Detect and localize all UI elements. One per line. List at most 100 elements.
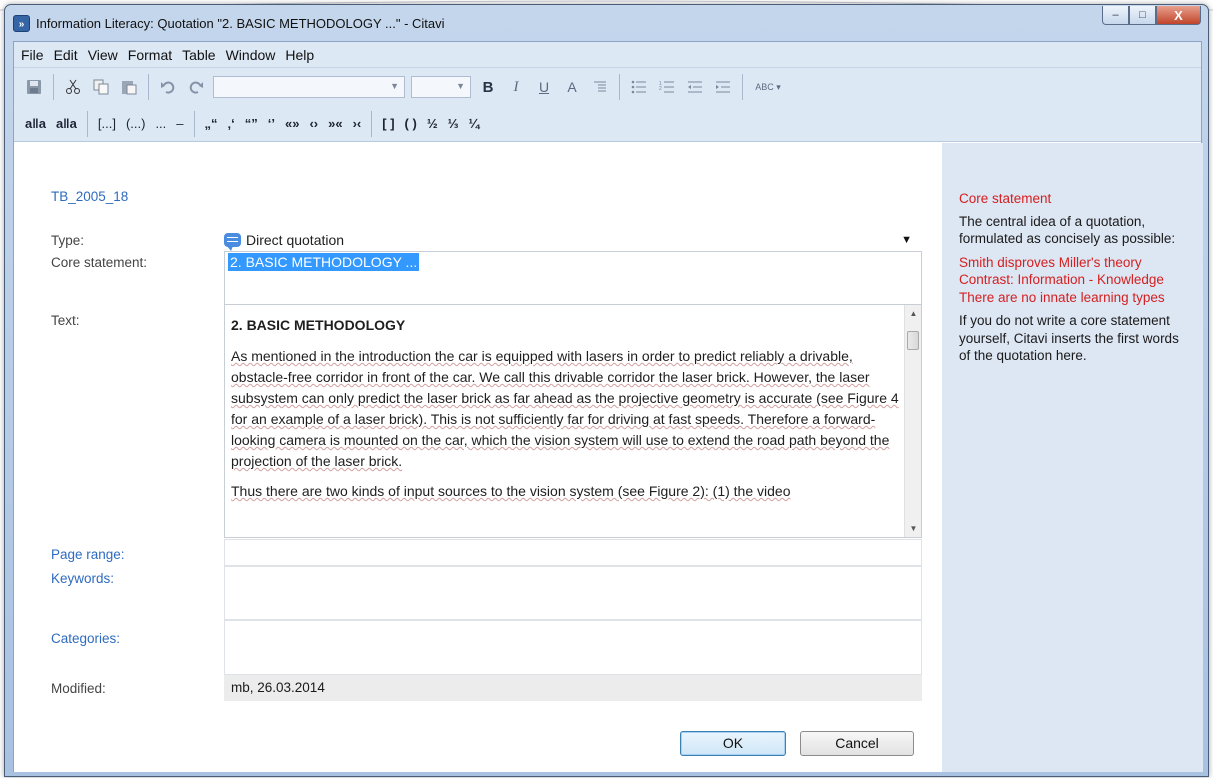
scroll-thumb[interactable] [907, 331, 919, 350]
toolbar-separator [148, 74, 149, 100]
font-name-combobox[interactable]: ▼ [213, 76, 405, 98]
scroll-up-icon[interactable]: ▲ [905, 305, 921, 322]
insert-omission-icon[interactable]: a‖a [25, 116, 46, 131]
brackets-ellipsis-button[interactable]: [...] [98, 116, 116, 131]
quotation-form: TB_2005_18 Type: Direct quotation ▼ Core… [14, 143, 942, 772]
help-example: Contrast: Information - Knowledge [959, 272, 1164, 287]
dash-button[interactable]: – [176, 116, 183, 131]
reverse-single-guillemets-button[interactable]: ›‹ [353, 116, 362, 131]
toolbar-separator [53, 74, 54, 100]
help-title: Core statement [959, 191, 1052, 206]
toolbar-separator [86, 110, 88, 137]
formatting-toolbar: ▼ ▼ B I U A 12 ABC ▾ [14, 68, 1201, 106]
bullet-list-icon[interactable] [628, 75, 650, 99]
copy-icon[interactable] [90, 75, 112, 99]
menu-file[interactable]: File [16, 47, 49, 63]
help-intro: The central idea of a quotation, formula… [959, 213, 1176, 247]
parentheses-button[interactable]: ( ) [405, 116, 417, 131]
english-single-quotes-button[interactable]: ‘’ [268, 116, 275, 131]
cut-icon[interactable] [62, 75, 84, 99]
numbered-list-icon[interactable]: 12 [656, 75, 678, 99]
increase-indent-icon[interactable] [712, 75, 734, 99]
spellcheck-icon[interactable]: ABC ▾ [751, 75, 785, 99]
italic-icon[interactable]: I [505, 75, 527, 99]
guillemets-button[interactable]: «» [285, 116, 299, 131]
scroll-down-icon[interactable]: ▼ [905, 520, 921, 537]
window-title: Information Literacy: Quotation "2. BASI… [36, 15, 445, 31]
quotation-text-content: 2. BASIC METHODOLOGY As mentioned in the… [231, 315, 901, 511]
core-statement-field[interactable]: 2. BASIC METHODOLOGY ... [224, 251, 922, 305]
undo-icon[interactable] [157, 75, 179, 99]
insert-change-icon[interactable]: a‖a [56, 116, 77, 131]
one-half-button[interactable]: ½ [427, 116, 438, 131]
single-guillemets-button[interactable]: ‹› [309, 116, 318, 131]
title-bar[interactable]: » Information Literacy: Quotation "2. BA… [5, 5, 1208, 41]
window-controls: – □ X [1102, 6, 1201, 25]
save-icon[interactable] [23, 75, 45, 99]
page-range-field[interactable] [224, 539, 922, 566]
text-label: Text: [51, 313, 80, 328]
redo-icon[interactable] [185, 75, 207, 99]
font-color-icon[interactable]: A [561, 75, 583, 99]
help-example: There are no innate learning types [959, 289, 1165, 305]
bold-icon[interactable]: B [477, 75, 499, 99]
reference-link[interactable]: TB_2005_18 [51, 189, 128, 204]
type-dropdown[interactable]: Direct quotation ▼ [224, 229, 916, 251]
quotation-marks-toolbar: a‖a a‖a [...] (...) ... – „“ ‚‘ “” ‘’ «»… [14, 106, 1201, 142]
menu-bar: File Edit View Format Table Window Help [14, 42, 1201, 68]
type-value: Direct quotation [246, 232, 345, 248]
paragraph-icon[interactable] [589, 75, 611, 99]
keywords-field[interactable] [224, 566, 922, 620]
close-button[interactable]: X [1156, 6, 1201, 25]
text-heading: 2. BASIC METHODOLOGY [231, 317, 406, 333]
underline-icon[interactable]: U [533, 75, 555, 99]
square-brackets-button[interactable]: [ ] [382, 116, 394, 131]
text-scrollbar[interactable]: ▲ ▼ [904, 305, 921, 537]
categories-label[interactable]: Categories: [51, 631, 120, 646]
toolbar-separator [742, 74, 743, 100]
german-double-quotes-button[interactable]: „“ [205, 116, 218, 131]
modified-value: mb, 26.03.2014 [224, 675, 922, 701]
client-area: File Edit View Format Table Window Help [13, 41, 1203, 772]
one-quarter-button[interactable]: ¼ [469, 116, 480, 131]
spellcheck-label: ABC [755, 82, 774, 92]
cancel-button[interactable]: Cancel [800, 731, 914, 756]
content-area: TB_2005_18 Type: Direct quotation ▼ Core… [14, 143, 1203, 772]
minimize-button[interactable]: – [1102, 6, 1129, 25]
menu-help[interactable]: Help [280, 47, 319, 63]
text-paragraph: As mentioned in the introduction the car… [231, 348, 899, 469]
menu-format[interactable]: Format [123, 47, 177, 63]
svg-text:2: 2 [659, 86, 662, 92]
decrease-indent-icon[interactable] [684, 75, 706, 99]
chevron-down-icon[interactable]: ▼ [901, 234, 912, 246]
quotation-window: » Information Literacy: Quotation "2. BA… [4, 4, 1209, 777]
core-statement-label: Core statement: [51, 255, 148, 270]
categories-field[interactable] [224, 620, 922, 675]
type-label: Type: [51, 233, 85, 248]
reverse-guillemets-button[interactable]: »« [328, 116, 342, 131]
page-range-label[interactable]: Page range: [51, 547, 125, 562]
english-double-quotes-button[interactable]: “” [245, 116, 258, 131]
menu-edit[interactable]: Edit [49, 47, 83, 63]
parens-ellipsis-button[interactable]: (...) [126, 116, 146, 131]
help-outro: If you do not write a core statement you… [959, 313, 1179, 363]
toolbar-separator [193, 110, 195, 137]
font-size-combobox[interactable]: ▼ [411, 76, 471, 98]
german-single-quotes-button[interactable]: ‚‘ [228, 116, 235, 131]
one-third-button[interactable]: ⅓ [448, 116, 459, 131]
paste-icon[interactable] [118, 75, 140, 99]
toolbar-separator [619, 74, 620, 100]
menu-table[interactable]: Table [177, 47, 220, 63]
ok-button[interactable]: OK [680, 731, 786, 756]
core-statement-selected-text: 2. BASIC METHODOLOGY ... [228, 253, 420, 271]
menu-window[interactable]: Window [221, 47, 281, 63]
ellipsis-button[interactable]: ... [155, 116, 166, 131]
citavi-app-icon: » [13, 14, 30, 32]
toolbar-separator [371, 110, 373, 137]
quotation-text-editor[interactable]: 2. BASIC METHODOLOGY As mentioned in the… [224, 304, 922, 538]
help-panel: Core statement The central idea of a quo… [942, 143, 1203, 772]
help-example: Smith disproves Miller's theory [959, 254, 1142, 270]
keywords-label[interactable]: Keywords: [51, 571, 114, 586]
maximize-button[interactable]: □ [1129, 6, 1156, 25]
menu-view[interactable]: View [83, 47, 123, 63]
